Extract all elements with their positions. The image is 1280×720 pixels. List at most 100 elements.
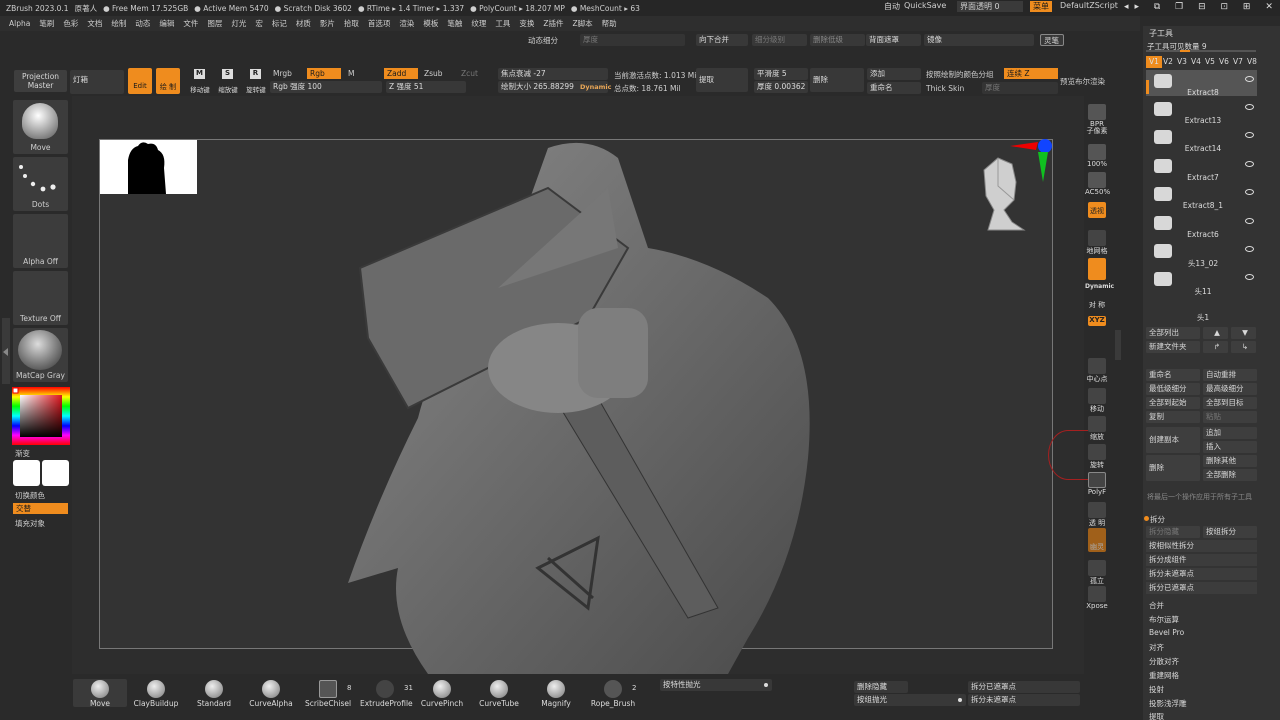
- arrow-up-right-icon[interactable]: ↱: [1203, 341, 1228, 353]
- move-view-button[interactable]: 移动: [1085, 388, 1109, 414]
- zoom-view-button[interactable]: 缩放: [1085, 416, 1109, 442]
- stroke-toggle[interactable]: 灵笔: [1040, 34, 1064, 46]
- menu-brush[interactable]: 笔刷: [39, 18, 54, 29]
- thickness-value-slider[interactable]: 厚度 0.00362: [754, 81, 808, 93]
- thick-skin-button[interactable]: Thick Skin: [926, 84, 964, 93]
- menu-edit[interactable]: 编辑: [159, 18, 174, 29]
- split-similar-button[interactable]: 按相似性拆分: [1146, 540, 1257, 552]
- extract-section[interactable]: 提取: [1149, 711, 1164, 720]
- eye-icon[interactable]: [1245, 218, 1254, 224]
- menu-transform[interactable]: 变换: [519, 18, 534, 29]
- menu-draw[interactable]: 绘制: [111, 18, 126, 29]
- main-color-swatch[interactable]: [13, 460, 40, 486]
- menu-material[interactable]: 材质: [296, 18, 311, 29]
- subtool-item[interactable]: Extract8: [1150, 74, 1256, 100]
- brush-curvetube[interactable]: CurveTube: [474, 680, 524, 710]
- solo-button[interactable]: 孤立: [1085, 560, 1109, 586]
- thickness-skin-slider[interactable]: 厚度: [982, 82, 1058, 94]
- subtool-item[interactable]: Extract6: [1150, 216, 1256, 242]
- menu-render[interactable]: 渲染: [399, 18, 414, 29]
- brush-slot[interactable]: Move: [13, 100, 68, 154]
- lowest-res-button[interactable]: 最低级细分: [1146, 383, 1200, 395]
- xpose-button[interactable]: Xpose: [1085, 586, 1109, 612]
- polyframe-button[interactable]: PolyF: [1085, 472, 1109, 498]
- delete-all-button[interactable]: 全部删除: [1203, 469, 1257, 481]
- extract-button[interactable]: 提取: [696, 68, 748, 92]
- menu-button[interactable]: 菜单: [1030, 1, 1052, 12]
- secondary-color-swatch[interactable]: [42, 460, 69, 486]
- connect-z-toggle[interactable]: 连续 Z: [1004, 68, 1058, 79]
- menu-macro[interactable]: 宏: [255, 18, 263, 29]
- list-all-button[interactable]: 全部列出: [1146, 327, 1200, 339]
- symmetry-button[interactable]: 对 称: [1085, 292, 1109, 318]
- distribute-section[interactable]: 分散对齐: [1149, 656, 1179, 667]
- brush-move[interactable]: Move: [75, 680, 125, 710]
- highest-res-button[interactable]: 最高级细分: [1203, 383, 1257, 395]
- polish-by-feature-slider[interactable]: 按特性抛光: [660, 679, 772, 691]
- menu-light[interactable]: 灯光: [231, 18, 246, 29]
- duplicate-button[interactable]: 创建副本: [1146, 427, 1200, 453]
- zoom-ac50-button[interactable]: AC50%: [1085, 172, 1110, 198]
- menu-help[interactable]: 帮助: [602, 18, 617, 29]
- eye-icon[interactable]: [1245, 104, 1254, 110]
- move-down-icon[interactable]: ▼: [1231, 327, 1256, 339]
- menu-zplugin[interactable]: Z插件: [543, 18, 563, 29]
- rename-button[interactable]: 重命名: [1146, 369, 1200, 381]
- brush-curvealpha[interactable]: CurveAlpha: [246, 680, 296, 710]
- split-unmasked-points-button[interactable]: 拆分未遮罩点: [968, 694, 1080, 706]
- menu-preferences[interactable]: 首选项: [368, 18, 391, 29]
- focal-shift-slider[interactable]: 焦点衰减 -27: [498, 68, 608, 80]
- subtool-item[interactable]: Extract13: [1150, 102, 1256, 128]
- dynamic-subdiv-label[interactable]: 动态细分: [528, 35, 558, 46]
- split-by-color-button[interactable]: 按照绘制的颜色分组: [926, 69, 994, 80]
- thickness-slider[interactable]: 厚度: [580, 34, 685, 46]
- switch-color-button[interactable]: 切换颜色: [15, 490, 45, 501]
- subtool-scroll-indicator[interactable]: [1146, 80, 1149, 94]
- floor-grid-button[interactable]: 地网格: [1085, 230, 1109, 256]
- zcut-button[interactable]: Zcut: [461, 69, 478, 78]
- subtool-header[interactable]: 子工具: [1149, 28, 1173, 39]
- material-slot[interactable]: MatCap Gray: [13, 328, 68, 382]
- menu-zscript[interactable]: Z脚本: [572, 18, 592, 29]
- split-hidden-button[interactable]: 拆分隐藏: [1146, 526, 1200, 538]
- delete-other-button[interactable]: 删除其他: [1203, 455, 1257, 467]
- merge-down-button[interactable]: 向下合并: [696, 34, 748, 46]
- delete-hidden-button[interactable]: 删除隐藏: [854, 681, 908, 693]
- menu-movie[interactable]: 影片: [320, 18, 335, 29]
- brush-rope[interactable]: Rope_Brush 2: [588, 680, 638, 710]
- project-bas-relief-section[interactable]: 投影浅浮雕: [1149, 698, 1187, 709]
- zsub-button[interactable]: Zsub: [424, 69, 443, 78]
- split-parts-button[interactable]: 拆分成组件: [1146, 554, 1257, 566]
- smooth-slider[interactable]: 平滑度 5: [754, 68, 808, 80]
- split-unmasked-button[interactable]: 拆分未遮罩点: [1146, 568, 1257, 580]
- edit-mode-button[interactable]: Edit: [128, 68, 152, 94]
- subtool-item[interactable]: Extract14: [1150, 130, 1256, 156]
- menu-file[interactable]: 文件: [183, 18, 198, 29]
- ui-transparency-slider[interactable]: 界面透明 0: [957, 1, 1023, 12]
- menu-picker[interactable]: 拾取: [344, 18, 359, 29]
- menu-alpha[interactable]: Alpha: [9, 19, 30, 28]
- subtool-item[interactable]: 头1: [1150, 302, 1256, 322]
- mirror-button[interactable]: 镜像: [924, 34, 1034, 46]
- boolean-section[interactable]: 布尔运算: [1149, 614, 1179, 625]
- brush-curvepinch[interactable]: CurvePinch: [417, 680, 467, 710]
- menu-marker[interactable]: 标记: [272, 18, 287, 29]
- rgb-button[interactable]: Rgb: [307, 68, 341, 79]
- texture-slot[interactable]: Texture Off: [13, 271, 68, 325]
- menu-dynamics[interactable]: 动态: [135, 18, 150, 29]
- insert-subtool-button[interactable]: 插入: [1203, 441, 1257, 453]
- delete-lower-button[interactable]: 删除低级: [810, 34, 865, 46]
- fill-object-button[interactable]: 填充对象: [15, 518, 45, 529]
- xyz-symmetry-button[interactable]: XYZ: [1085, 316, 1109, 342]
- window-controls[interactable]: ◂▸ ⧉ ❐ ⊟ ⊡ ⊞ ✕: [1124, 2, 1279, 12]
- menu-tool[interactable]: 工具: [495, 18, 510, 29]
- subdiv-level-slider[interactable]: 细分级别: [752, 34, 807, 46]
- project-section[interactable]: 投射: [1149, 684, 1164, 695]
- remesh-section[interactable]: 重建网格: [1149, 670, 1179, 681]
- zoom-100-button[interactable]: 100%: [1085, 144, 1109, 170]
- eye-icon[interactable]: [1245, 189, 1254, 195]
- new-folder-button[interactable]: 新建文件夹: [1146, 341, 1200, 353]
- groups-split-button[interactable]: 按组拆分: [1203, 526, 1257, 538]
- arrow-down-right-icon[interactable]: ↳: [1231, 341, 1256, 353]
- left-shelf-scrollbar[interactable]: [2, 318, 10, 384]
